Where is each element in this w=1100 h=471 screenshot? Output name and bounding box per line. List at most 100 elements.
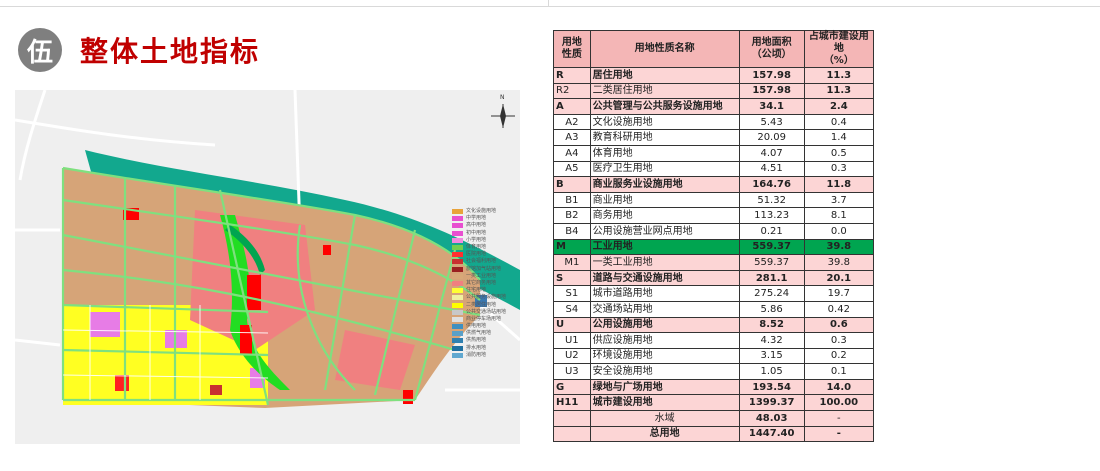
row-code: B2	[553, 207, 591, 224]
row-name: 公用设施用地	[589, 316, 740, 334]
table-row: S4 交通场站用地 5.86 0.42	[553, 300, 875, 318]
row-name: 安全设施用地	[589, 363, 740, 380]
row-percent: 11.8	[803, 176, 875, 193]
row-percent: 39.8	[803, 238, 875, 256]
legend-item: 排水用地	[452, 345, 506, 352]
row-percent: -	[803, 410, 875, 427]
row-area: 4.32	[738, 332, 805, 349]
legend-swatch	[452, 316, 463, 322]
legend-label: 供热用地	[466, 337, 487, 344]
row-name: 绿地与广场用地	[589, 378, 740, 396]
table-row: A3 教育科研用地 20.09 1.4	[553, 129, 875, 146]
row-code: S4	[553, 300, 591, 318]
land-use-map-drawing: N	[15, 90, 520, 444]
legend-swatch	[452, 259, 463, 265]
row-name: 商务用地	[589, 207, 740, 224]
section-badge: 伍	[18, 28, 62, 72]
legend-item: 社会福利用地	[452, 258, 506, 265]
row-name: 供应设施用地	[589, 332, 740, 349]
legend-item: 公共交通场站用地	[452, 309, 506, 316]
header-percent: 占城市建设用地 （%）	[803, 30, 875, 68]
row-percent: 2.4	[803, 98, 875, 115]
table-row: S 道路与交通设施用地 281.1 20.1	[553, 269, 875, 287]
legend-label: 排水用地	[466, 344, 487, 351]
legend-item: 一类工业用地	[452, 273, 506, 280]
legend-swatch	[452, 338, 463, 344]
legend-item: 公共服务设施用地	[452, 294, 506, 301]
row-area: 8.52	[738, 316, 805, 334]
row-area: 0.21	[738, 222, 805, 240]
legend-label: 旅馆加气站用地	[466, 265, 502, 272]
row-percent: 11.3	[803, 67, 875, 84]
row-area: 559.37	[738, 238, 805, 256]
legend-swatch	[452, 266, 463, 272]
row-code: S1	[553, 285, 591, 302]
row-percent: 1.4	[803, 129, 875, 146]
row-name: 二类居住用地	[589, 82, 740, 100]
legend-swatch	[452, 230, 463, 236]
row-percent: 14.0	[803, 378, 875, 396]
table-row: A 公共管理与公共服务设施用地 34.1 2.4	[553, 98, 875, 115]
row-area: 559.37	[738, 254, 805, 271]
row-code: A3	[553, 129, 591, 146]
header-name: 用地性质名称	[589, 30, 740, 68]
row-code: B1	[553, 191, 591, 209]
row-code: B4	[553, 222, 591, 240]
row-percent: 0.0	[803, 222, 875, 240]
row-area: 157.98	[738, 67, 805, 84]
row-percent: 39.8	[803, 254, 875, 271]
table-row: G 绿地与广场用地 193.54 14.0	[553, 378, 875, 396]
row-percent: 8.1	[803, 207, 875, 224]
row-code: M1	[553, 254, 591, 271]
legend-label: 消防用地	[466, 351, 487, 358]
legend-swatch	[452, 324, 463, 330]
row-area: 34.1	[738, 98, 805, 115]
legend-swatch	[452, 245, 463, 251]
table-row: M 工业用地 559.37 39.8	[553, 238, 875, 256]
row-percent: 0.4	[803, 113, 875, 131]
table-row: A2 文化设施用地 5.43 0.4	[553, 113, 875, 131]
legend-label: 社会福利用地	[466, 258, 497, 265]
header-area: 用地面积 （公顷）	[738, 30, 805, 68]
compass-label: N	[500, 94, 505, 101]
table-row: A4 体育用地 4.07 0.5	[553, 144, 875, 162]
table-row: B 商业服务业设施用地 164.76 11.8	[553, 176, 875, 193]
row-area: 5.43	[738, 113, 805, 131]
row-name: 交通场站用地	[589, 300, 740, 318]
legend-item: 小学用地	[452, 237, 506, 244]
top-divider	[0, 6, 1100, 7]
row-code: A5	[553, 160, 591, 178]
row-area: 20.09	[738, 129, 805, 146]
row-area: 5.86	[738, 300, 805, 318]
table-row: 总用地 1447.40-	[553, 425, 875, 443]
row-code	[553, 425, 591, 443]
row-name: 商业服务业设施用地	[589, 176, 740, 193]
map-legend: 文化设施用地 中学用地 高中用地 初中用地 小学用地 体育用地 医院用地 社会福利用地 旅馆加气…	[452, 208, 506, 359]
legend-item: 其它商务用地	[452, 280, 506, 287]
row-name: 城市建设用地	[589, 394, 740, 412]
legend-swatch	[452, 331, 463, 337]
row-area: 48.03	[738, 410, 805, 427]
row-name: 一类工业用地	[589, 254, 740, 271]
row-name: 城市道路用地	[589, 285, 740, 302]
row-code: A4	[553, 144, 591, 162]
row-area: 193.54	[738, 378, 805, 396]
row-code: R	[553, 67, 591, 84]
row-name: 水域	[589, 410, 740, 427]
legend-swatch	[452, 252, 463, 258]
row-name: 居住用地	[589, 67, 740, 84]
land-use-map: N 文化设施用地 中学用地 高中用地 初中用地 小学用地 体育用地 医院用地 社会福利用地 旅馆…	[15, 90, 520, 444]
row-code: M	[553, 238, 591, 256]
row-area: 51.32	[738, 191, 805, 209]
row-area: 113.23	[738, 207, 805, 224]
legend-label: 公共交通场站用地	[466, 308, 507, 315]
row-name: 公共管理与公共服务设施用地	[589, 98, 740, 115]
row-percent: 0.1	[803, 363, 875, 380]
table-row: S1 城市道路用地 275.24 19.7	[553, 285, 875, 302]
legend-swatch	[452, 280, 463, 286]
legend-item: 二类居住用地	[452, 301, 506, 308]
table-row: U 公用设施用地 8.52 0.6	[553, 316, 875, 334]
legend-label: 初中用地	[466, 229, 487, 236]
row-percent: 0.6	[803, 316, 875, 334]
table-row: U2 环境设施用地 3.15 0.2	[553, 347, 875, 365]
